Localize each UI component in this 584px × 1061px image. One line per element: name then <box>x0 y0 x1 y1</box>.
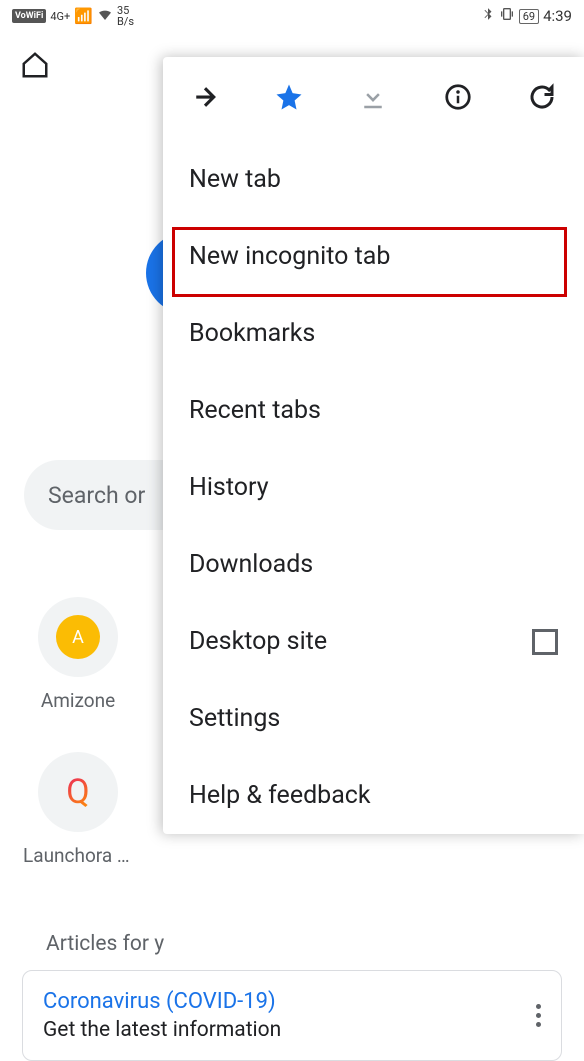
shortcut-label: Launchora -… <box>23 844 133 867</box>
menu-recent-tabs[interactable]: Recent tabs <box>163 372 584 449</box>
info-card-covid[interactable]: Coronavirus (COVID-19) Get the latest in… <box>22 970 562 1061</box>
vibrate-icon <box>499 6 515 26</box>
menu-downloads[interactable]: Downloads <box>163 526 584 603</box>
card-subtitle: Get the latest information <box>43 1018 281 1042</box>
network-type: 4G+ <box>50 10 70 23</box>
articles-heading: Articles for y <box>46 932 164 956</box>
wifi-icon <box>97 6 113 26</box>
card-title: Coronavirus (COVID-19) <box>43 989 281 1014</box>
overflow-menu: New tab New incognito tab Bookmarks Rece… <box>163 57 584 834</box>
net-speed: 35B/s <box>117 5 134 27</box>
menu-desktop-site-label: Desktop site <box>189 627 327 656</box>
menu-help-feedback[interactable]: Help & feedback <box>163 757 584 834</box>
battery-level: 69 <box>519 9 539 24</box>
menu-bookmarks[interactable]: Bookmarks <box>163 295 584 372</box>
reload-icon[interactable] <box>527 82 557 116</box>
shortcut-label: Amizone <box>41 689 115 712</box>
download-icon[interactable] <box>358 82 388 116</box>
vowifi-badge: VoWiFi <box>12 9 46 23</box>
desktop-site-checkbox[interactable] <box>532 629 558 655</box>
shortcut-launchora[interactable]: Q Launchora -… <box>28 752 128 867</box>
home-icon[interactable] <box>20 50 50 84</box>
menu-new-incognito-tab[interactable]: New incognito tab <box>163 218 584 295</box>
menu-new-tab[interactable]: New tab <box>163 141 584 218</box>
bluetooth-icon <box>481 7 495 25</box>
info-icon[interactable] <box>443 82 473 116</box>
shortcut-amizone[interactable]: A Amizone <box>28 597 128 712</box>
menu-desktop-site[interactable]: Desktop site <box>163 603 584 680</box>
bookmark-star-icon[interactable] <box>274 82 304 116</box>
menu-history[interactable]: History <box>163 449 584 526</box>
site-shortcuts: A Amizone Q Launchora -… <box>28 597 128 867</box>
shortcut-letter-icon: A <box>56 615 100 659</box>
menu-settings[interactable]: Settings <box>163 680 584 757</box>
clock: 4:39 <box>543 7 572 25</box>
more-icon[interactable] <box>536 1000 541 1031</box>
status-bar: VoWiFi 4G+ 📶 35B/s 69 4:39 <box>0 0 584 32</box>
shortcut-letter-icon: Q <box>66 772 89 812</box>
forward-icon[interactable] <box>190 82 220 116</box>
signal-icon: 📶 <box>74 7 93 25</box>
